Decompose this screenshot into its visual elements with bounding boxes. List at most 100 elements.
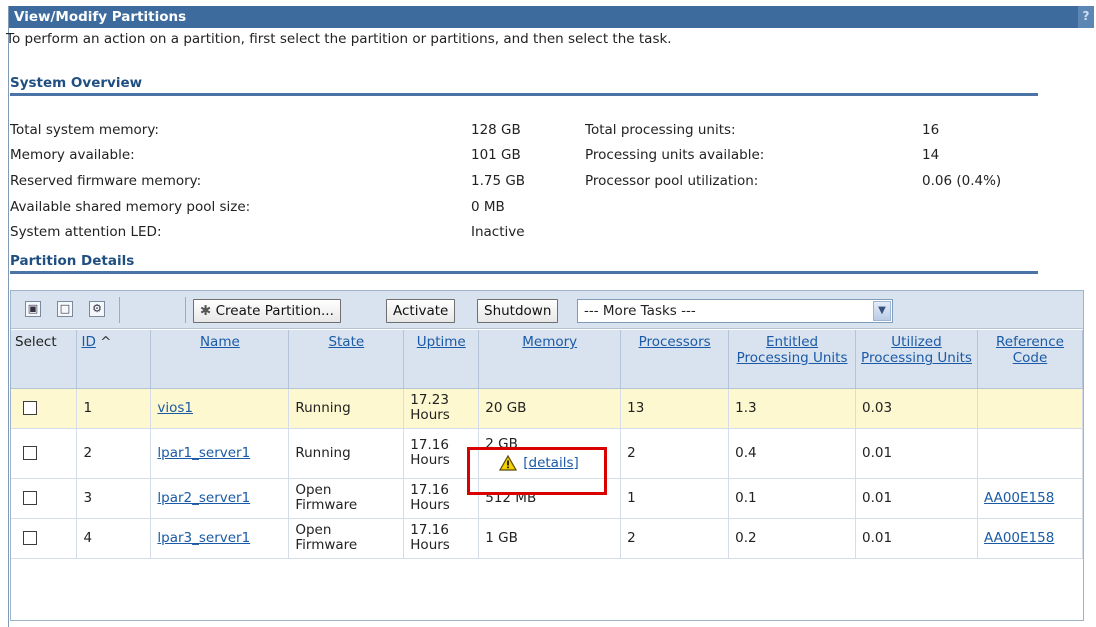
overview-value: Inactive [471, 224, 525, 240]
sort-asc-icon: ^ [100, 334, 112, 350]
name-cell: lpar3_server1 [150, 518, 290, 559]
utilized-cell: 0.03 [855, 388, 978, 429]
chevron-down-icon[interactable]: ▼ [873, 301, 891, 321]
table-row[interactable]: 4 lpar3_server1 Open Firmware 17.16 Hour… [11, 518, 1084, 559]
row-checkbox[interactable] [23, 401, 37, 415]
refcode-cell: AA00E158 [977, 478, 1084, 519]
panel-title-bar: View/Modify Partitions ? [9, 6, 1094, 28]
reference-code-link[interactable]: AA00E158 [984, 490, 1054, 506]
row-checkbox[interactable] [23, 531, 37, 545]
reference-code-link[interactable]: AA00E158 [984, 530, 1054, 546]
state-cell: Running [288, 388, 405, 429]
overview-label: System attention LED: [10, 224, 162, 240]
entitled-cell: 0.1 [728, 478, 857, 519]
utilized-cell: 0.01 [855, 518, 978, 559]
entitled-cell: 0.2 [728, 518, 857, 559]
col-select: Select [11, 330, 78, 389]
overview-label: Total system memory: [10, 122, 159, 138]
col-id[interactable]: ID ^ [76, 330, 152, 389]
more-tasks-value: --- More Tasks --- [584, 303, 696, 319]
system-overview-heading: System Overview [10, 75, 1038, 96]
processors-cell: 2 [620, 518, 730, 559]
help-icon[interactable]: ? [1078, 6, 1094, 28]
activate-button[interactable]: Activate [386, 299, 456, 323]
col-processors-label: Processors [638, 334, 711, 350]
processors-cell: 13 [620, 388, 730, 429]
memory-cell: 1 GB [478, 518, 622, 559]
create-icon: ✱ [200, 303, 212, 319]
overview-value: 0 MB [471, 199, 505, 215]
state-cell: Open Firmware [288, 518, 405, 559]
col-memory-label: Memory [522, 334, 578, 350]
overview-value: 101 GB [471, 147, 521, 163]
refcode-cell: AA00E158 [977, 518, 1084, 559]
row-checkbox[interactable] [23, 446, 37, 460]
partition-name-link[interactable]: lpar3_server1 [157, 530, 250, 546]
id-cell: 1 [76, 388, 152, 429]
select-all-icon[interactable]: ▣ [25, 301, 41, 317]
panel-title: View/Modify Partitions [14, 9, 187, 25]
select-cell [11, 428, 78, 479]
col-id-label: ID [81, 334, 96, 350]
overview-label: Processing units available: [585, 147, 765, 163]
row-checkbox[interactable] [23, 491, 37, 505]
uptime-cell: 17.23 Hours [403, 388, 480, 429]
overview-value: 16 [922, 122, 940, 138]
col-uptime-label: Uptime [416, 334, 466, 350]
overview-value: 14 [922, 147, 940, 163]
toolbar-separator [119, 297, 120, 323]
toolbar-separator [185, 297, 186, 323]
select-cell [11, 478, 78, 519]
col-name-label: Name [199, 334, 240, 350]
partition-table: Select ID ^ Name State Uptime Memory Pro… [11, 330, 1084, 559]
overview-value: 1.75 GB [471, 173, 526, 189]
overview-label: Available shared memory pool size: [10, 199, 251, 215]
partition-details-heading: Partition Details [10, 253, 1038, 274]
col-name[interactable]: Name [150, 330, 290, 389]
entitled-cell: 1.3 [728, 388, 857, 429]
create-partition-label: Create Partition... [215, 303, 334, 319]
more-tasks-select[interactable]: --- More Tasks --- ▼ [577, 299, 893, 323]
deselect-all-icon[interactable]: □ [57, 301, 73, 317]
col-entitled[interactable]: Entitled Processing Units [728, 330, 857, 389]
utilized-cell: 0.01 [855, 428, 978, 479]
col-memory[interactable]: Memory [478, 330, 622, 389]
filter-icon[interactable]: ⚙ [89, 301, 105, 317]
uptime-cell: 17.16 Hours [403, 518, 480, 559]
col-utilized[interactable]: Utilized Processing Units [855, 330, 978, 389]
shutdown-button[interactable]: Shutdown [477, 299, 559, 323]
col-state-label: State [328, 334, 365, 350]
refcode-cell [977, 388, 1084, 429]
id-cell: 2 [76, 428, 152, 479]
col-utilized-label: Utilized Processing Units [861, 334, 972, 366]
processors-cell: 1 [620, 478, 730, 519]
state-cell: Running [288, 428, 405, 479]
highlight-box [467, 447, 607, 495]
overview-label: Processor pool utilization: [585, 173, 759, 189]
refcode-cell [977, 428, 1084, 479]
processors-cell: 2 [620, 428, 730, 479]
overview-value: 128 GB [471, 122, 521, 138]
id-cell: 3 [76, 478, 152, 519]
partition-name-link[interactable]: lpar2_server1 [157, 490, 250, 506]
col-refcode-label: Reference Code [995, 334, 1064, 366]
col-state[interactable]: State [288, 330, 405, 389]
col-refcode[interactable]: Reference Code [977, 330, 1084, 389]
create-partition-button[interactable]: ✱ Create Partition... [193, 299, 341, 323]
table-row[interactable]: 1 vios1 Running 17.23 Hours 20 GB 13 1.3… [11, 388, 1084, 429]
table-header-row: Select ID ^ Name State Uptime Memory Pro… [11, 330, 1084, 389]
partition-name-link[interactable]: vios1 [157, 400, 193, 416]
name-cell: lpar1_server1 [150, 428, 290, 479]
partition-name-link[interactable]: lpar1_server1 [157, 445, 250, 461]
memory-cell: 20 GB [478, 388, 622, 429]
col-processors[interactable]: Processors [620, 330, 730, 389]
state-cell: Open Firmware [288, 478, 405, 519]
select-cell [11, 518, 78, 559]
overview-value: 0.06 (0.4%) [922, 173, 1002, 189]
overview-label: Memory available: [10, 147, 135, 163]
intro-text: To perform an action on a partition, fir… [6, 31, 672, 47]
col-uptime[interactable]: Uptime [403, 330, 480, 389]
overview-label: Reserved firmware memory: [10, 173, 202, 189]
entitled-cell: 0.4 [728, 428, 857, 479]
utilized-cell: 0.01 [855, 478, 978, 519]
